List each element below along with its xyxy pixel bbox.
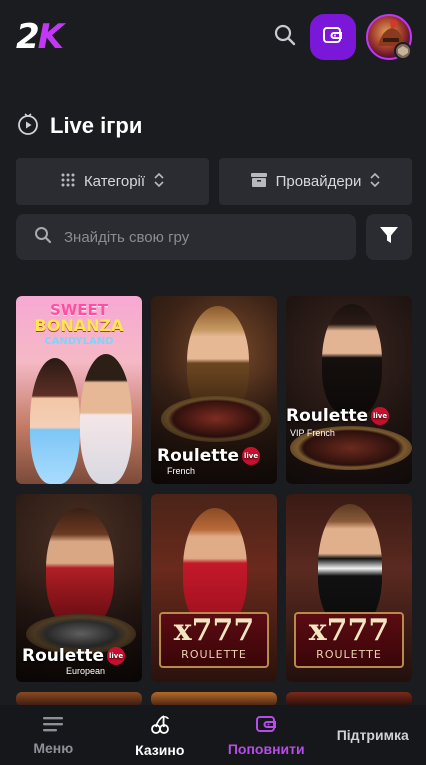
brand-logo[interactable]: 2K — [16, 18, 64, 56]
bottom-nav: Меню Казино Поповнити Підтримка — [0, 705, 426, 765]
nav-label: Меню — [33, 739, 74, 756]
nav-label: Підтримка — [336, 727, 409, 743]
nav-label: Поповнити — [227, 740, 305, 757]
tv-icon — [16, 112, 40, 141]
sort-chevron-icon — [153, 172, 165, 192]
nav-label: Казино — [135, 741, 185, 758]
filter-button[interactable] — [366, 214, 412, 260]
cherry-icon — [149, 713, 171, 738]
game-tile[interactable] — [151, 692, 277, 706]
search-row — [16, 214, 412, 260]
nav-deposit[interactable]: Поповнити — [213, 705, 320, 765]
x777-banner: x777 ROULETTE — [294, 612, 404, 668]
game-tile[interactable]: Roulette live French — [151, 296, 277, 484]
section-header: Live ігри — [16, 110, 142, 142]
sort-chevron-icon — [369, 172, 381, 192]
game-title: SWEET BONANZA CANDYLAND — [34, 301, 124, 347]
categories-dropdown[interactable]: Категорії — [16, 158, 209, 205]
game-subtitle: ROULETTE — [181, 648, 247, 661]
game-tile[interactable]: Roulette live VIP French — [286, 296, 412, 484]
funnel-icon — [379, 225, 399, 250]
live-badge: live — [371, 407, 390, 425]
game-title: Roulette live — [157, 446, 261, 466]
page-title: Live ігри — [50, 113, 143, 138]
search-field[interactable] — [16, 214, 356, 260]
providers-dropdown[interactable]: Провайдери — [219, 158, 412, 205]
game-title: x777 — [308, 613, 390, 648]
nav-casino[interactable]: Казино — [107, 705, 214, 765]
game-tile[interactable]: SWEET BONANZA CANDYLAND — [16, 296, 142, 484]
live-badge: live — [242, 447, 261, 465]
game-tile[interactable] — [16, 692, 142, 706]
game-tile[interactable]: Roulette live European — [16, 494, 142, 682]
game-title: x777 — [173, 613, 255, 648]
game-subtitle: French — [167, 466, 196, 476]
grid-icon — [60, 172, 76, 192]
game-title: Roulette live — [22, 646, 126, 666]
live-badge: live — [107, 647, 126, 665]
search-icon — [34, 226, 52, 249]
game-tile[interactable]: x777 ROULETTE — [286, 494, 412, 682]
game-title: Roulette live — [286, 406, 390, 426]
nav-support[interactable]: Підтримка — [320, 705, 426, 765]
wallet-icon — [255, 714, 277, 737]
search-input[interactable] — [64, 228, 324, 246]
search-icon[interactable] — [272, 22, 298, 48]
x777-banner: x777 ROULETTE — [159, 612, 269, 668]
game-subtitle: VIP French — [290, 428, 335, 438]
wallet-icon — [322, 24, 344, 51]
game-tile[interactable] — [286, 692, 412, 706]
hamburger-icon — [42, 715, 64, 736]
box-icon — [250, 172, 268, 192]
filter-row: Категорії Провайдери — [16, 158, 412, 205]
game-subtitle: European — [66, 666, 106, 676]
game-subtitle: ROULETTE — [316, 648, 382, 661]
wallet-button[interactable] — [310, 14, 356, 60]
providers-label: Провайдери — [275, 173, 362, 190]
categories-label: Категорії — [83, 173, 146, 190]
game-tile[interactable]: x777 ROULETTE — [151, 494, 277, 682]
level-badge-icon — [394, 42, 412, 60]
header: 2K — [0, 0, 426, 76]
nav-menu[interactable]: Меню — [0, 705, 107, 765]
